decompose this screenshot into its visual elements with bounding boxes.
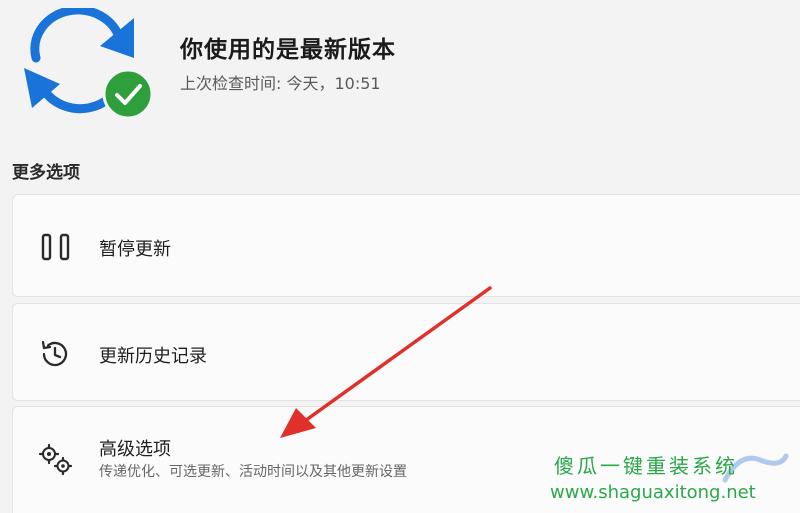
sync-check-icon: [24, 8, 154, 118]
update-history-card[interactable]: 更新历史记录: [12, 303, 800, 401]
gears-icon: [38, 443, 73, 476]
pause-updates-card[interactable]: 暂停更新: [12, 194, 800, 297]
pause-icon: [41, 233, 70, 261]
pause-updates-label: 暂停更新: [99, 239, 171, 260]
update-history-label: 更新历史记录: [99, 346, 207, 367]
status-title: 你使用的是最新版本: [180, 37, 396, 63]
history-icon: [41, 340, 68, 367]
last-checked-text: 上次检查时间: 今天，10:51: [180, 74, 381, 93]
advanced-options-label: 高级选项: [99, 439, 171, 460]
advanced-options-description: 传递优化、可选更新、活动时间以及其他更新设置: [99, 464, 407, 480]
more-options-heading: 更多选项: [12, 163, 80, 183]
watermark-url: www.shaguaxitong.net: [550, 482, 756, 503]
watermark-text: 傻瓜一键重装系统: [554, 454, 738, 478]
